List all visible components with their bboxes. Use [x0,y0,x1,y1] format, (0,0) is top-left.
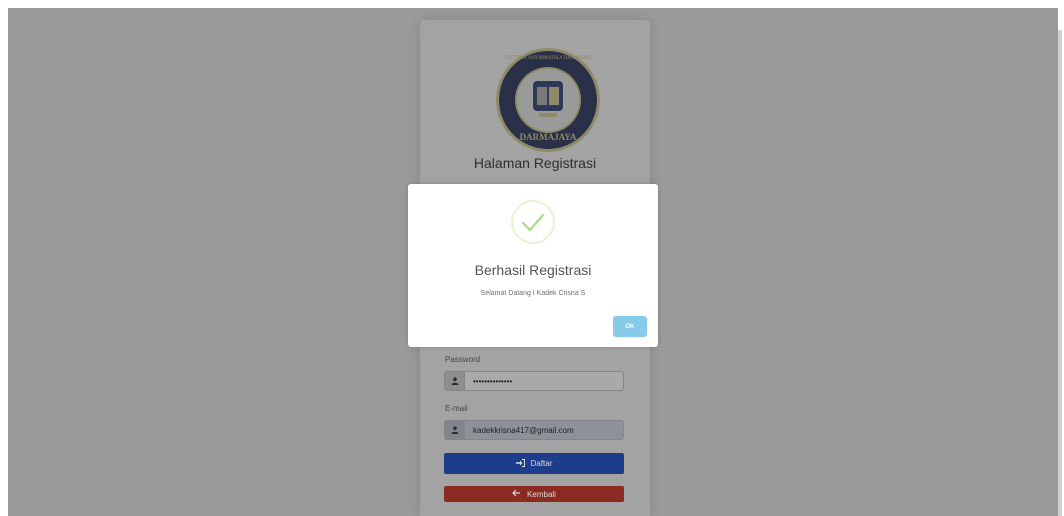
email-value: kadekkrisna417@gmail.com [473,425,574,435]
success-icon-circle [511,200,555,244]
dialog-title: Berhasil Registrasi [474,262,592,278]
dialog-message: Selamat Datang I Kadek Crisna S [480,290,586,297]
register-button-label: Daftar [530,459,553,468]
success-dialog: Berhasil Registrasi Selamat Datang I Kad… [408,184,658,347]
arrow-left-icon [512,489,521,499]
email-field[interactable]: kadekkrisna417@gmail.com [444,420,624,440]
logo-darmajaya: DARMAJAYA INSTITUT INFORMATIKA DAN BISNI… [496,48,600,152]
page-title: Halaman Registrasi [473,155,597,171]
email-label: E-mail [445,404,468,413]
scrollbar[interactable] [1058,30,1062,516]
user-icon [445,421,465,439]
check-icon [521,213,545,232]
sign-in-icon [515,458,525,469]
logo-ring-top-text: INSTITUT INFORMATIKA DAN BISNIS [505,56,592,61]
back-button[interactable]: Kembali [444,486,624,502]
back-button-label: Kembali [527,489,556,499]
modal-overlay[interactable]: DARMAJAYA INSTITUT INFORMATIKA DAN BISNI… [8,8,1058,516]
register-button[interactable]: Daftar [444,453,624,474]
ok-button[interactable]: OK [613,316,647,337]
password-label: Password [445,355,481,364]
user-icon [445,372,465,390]
logo-ring-bottom-text: DARMAJAYA [520,132,577,142]
password-value: •••••••••••••• [473,376,513,386]
password-field[interactable]: •••••••••••••• [444,371,624,391]
